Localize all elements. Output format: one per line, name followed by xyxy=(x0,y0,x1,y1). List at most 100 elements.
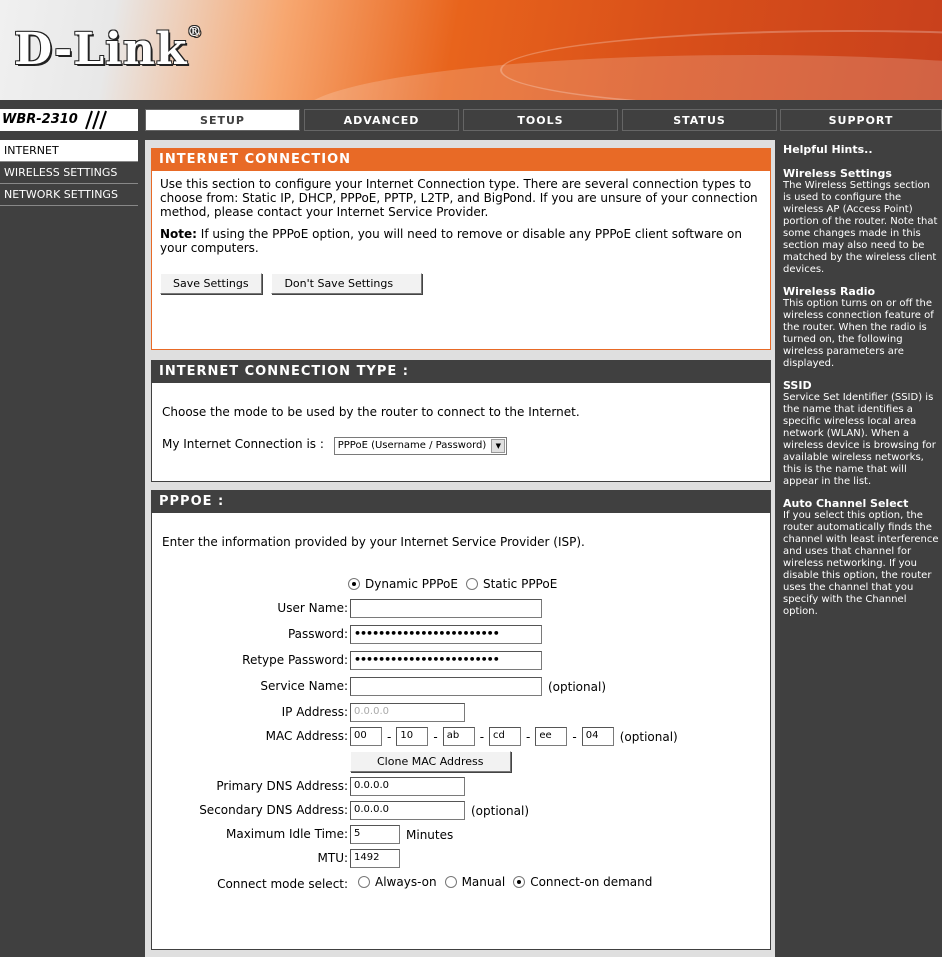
user-name-label: User Name xyxy=(277,601,344,615)
user-name-input[interactable] xyxy=(350,599,542,618)
dash: - xyxy=(433,729,438,744)
max-idle-time-label: Maximum Idle Time xyxy=(226,827,344,841)
pppoe-section: PPPOE : Enter the information provided b… xyxy=(151,490,771,950)
colon: : xyxy=(344,851,349,865)
left-nav: INTERNET WIRELESS SETTINGS NETWORK SETTI… xyxy=(0,140,138,206)
help-text: This option turns on or off the wireless… xyxy=(783,298,934,369)
nav-item-wireless-settings[interactable]: WIRELESS SETTINGS xyxy=(0,162,138,184)
main-tabs: SETUP ADVANCED TOOLS STATUS xyxy=(145,109,781,131)
nav-item-network-settings[interactable]: NETWORK SETTINGS xyxy=(0,184,138,206)
manual-label: Manual xyxy=(461,875,506,889)
mac-address-label: MAC Address xyxy=(265,729,344,743)
mtu-label: MTU xyxy=(317,851,344,865)
colon: : xyxy=(344,679,349,693)
colon: : xyxy=(344,705,349,719)
help-title: Helpful Hints.. xyxy=(783,143,873,156)
service-name-label: Service Name xyxy=(260,679,344,693)
logo-text: D-Link xyxy=(14,24,188,75)
colon: : xyxy=(344,877,349,891)
section-title: INTERNET CONNECTION TYPE : xyxy=(152,361,770,383)
dash: - xyxy=(387,729,392,744)
colon: : xyxy=(344,803,349,817)
mac-octet-4[interactable]: cd xyxy=(489,727,522,746)
help-heading: Wireless Radio xyxy=(783,285,876,298)
model-bars-icon xyxy=(85,110,107,130)
dynamic-pppoe-label: Dynamic PPPoE xyxy=(365,577,458,591)
tab-setup[interactable]: SETUP xyxy=(145,109,300,131)
ip-address-input[interactable]: 0.0.0.0 xyxy=(350,703,465,722)
dlink-logo: D-Link® xyxy=(14,24,202,75)
secondary-dns-input[interactable]: 0.0.0.0 xyxy=(350,801,465,820)
password-input[interactable]: •••••••••••••••••••••••• xyxy=(350,625,542,644)
note-text: Note: If using the PPPoE option, you wil… xyxy=(160,227,762,255)
optional-label: (optional) xyxy=(619,729,678,744)
help-text: Service Set Identifier (SSID) is the nam… xyxy=(783,392,936,487)
always-on-label: Always-on xyxy=(375,875,437,889)
static-pppoe-radio[interactable] xyxy=(465,578,478,590)
section-title: INTERNET CONNECTION xyxy=(152,149,770,171)
note-body: If using the PPPoE option, you will need… xyxy=(160,227,742,255)
always-on-radio[interactable] xyxy=(358,876,370,888)
clone-mac-address-button[interactable]: Clone MAC Address xyxy=(350,751,511,772)
static-pppoe-label: Static PPPoE xyxy=(482,577,558,591)
mac-octet-3[interactable]: ab xyxy=(442,727,475,746)
help-text: The Wireless Settings section is used to… xyxy=(783,180,938,275)
main-content: INTERNET CONNECTION Use this section to … xyxy=(145,140,775,957)
tab-advanced[interactable]: ADVANCED xyxy=(304,109,459,131)
header-banner: D-Link® xyxy=(0,0,942,100)
colon: : xyxy=(344,627,349,641)
primary-dns-label: Primary DNS Address xyxy=(216,779,344,793)
mac-octet-5[interactable]: ee xyxy=(535,727,568,746)
colon: : xyxy=(344,779,349,793)
tab-status[interactable]: STATUS xyxy=(622,109,777,131)
dash: - xyxy=(572,729,577,744)
connection-type-section: INTERNET CONNECTION TYPE : Choose the mo… xyxy=(151,360,771,482)
internet-connection-section: INTERNET CONNECTION Use this section to … xyxy=(151,148,771,350)
service-name-input[interactable] xyxy=(350,677,542,696)
colon: : xyxy=(344,601,349,615)
dont-save-settings-button[interactable]: Don't Save Settings xyxy=(271,273,423,294)
connection-type-desc: Choose the mode to be used by the router… xyxy=(162,405,580,419)
logo-mark: ® xyxy=(187,24,203,40)
colon: : xyxy=(344,653,349,667)
tab-tools[interactable]: TOOLS xyxy=(463,109,618,131)
colon: : xyxy=(344,729,349,743)
note-label: Note: xyxy=(160,227,197,241)
help-text: If you select this option, the router au… xyxy=(783,510,939,617)
connect-mode-label: Connect mode select xyxy=(217,877,344,891)
primary-dns-input[interactable]: 0.0.0.0 xyxy=(350,777,465,796)
connection-type-value: PPPoE (Username / Password) xyxy=(337,440,487,451)
save-settings-button[interactable]: Save Settings xyxy=(160,273,262,294)
help-heading: Auto Channel Select xyxy=(783,497,909,510)
manual-radio[interactable] xyxy=(444,876,457,888)
max-idle-time-input[interactable]: 5 xyxy=(350,825,400,844)
connection-type-label: My Internet Connection is : xyxy=(162,437,324,451)
help-heading: SSID xyxy=(783,379,812,392)
mac-octet-6[interactable]: 04 xyxy=(581,727,614,746)
minutes-label: Minutes xyxy=(406,827,454,842)
mac-octet-1[interactable]: 00 xyxy=(350,727,382,746)
secondary-dns-label: Secondary DNS Address xyxy=(199,803,344,817)
tab-support[interactable]: SUPPORT xyxy=(780,109,942,131)
model-name: WBR-2310 xyxy=(2,112,78,127)
chevron-down-icon: ▼ xyxy=(491,439,506,453)
connect-on-demand-radio[interactable] xyxy=(513,876,526,888)
nav-item-internet[interactable]: INTERNET xyxy=(0,140,138,162)
section-title: PPPOE : xyxy=(152,491,770,513)
dynamic-pppoe-radio[interactable] xyxy=(348,578,360,590)
pppoe-desc: Enter the information provided by your I… xyxy=(162,535,585,549)
mtu-input[interactable]: 1492 xyxy=(350,849,400,868)
help-heading: Wireless Settings xyxy=(783,167,892,180)
connect-on-demand-label: Connect-on demand xyxy=(530,875,653,889)
optional-label: (optional) xyxy=(471,803,529,818)
mac-octet-2[interactable]: 10 xyxy=(396,727,429,746)
connection-type-select[interactable]: PPPoE (Username / Password) ▼ xyxy=(333,437,508,455)
colon: : xyxy=(344,827,349,841)
intro-text: Use this section to configure your Inter… xyxy=(160,177,758,219)
header-swoosh-line xyxy=(500,30,942,100)
ip-address-label: IP Address xyxy=(281,705,344,719)
dash: - xyxy=(526,729,531,744)
retype-password-label: Retype Password xyxy=(242,653,344,667)
optional-label: (optional) xyxy=(548,679,606,694)
retype-password-input[interactable]: •••••••••••••••••••••••• xyxy=(350,651,542,670)
